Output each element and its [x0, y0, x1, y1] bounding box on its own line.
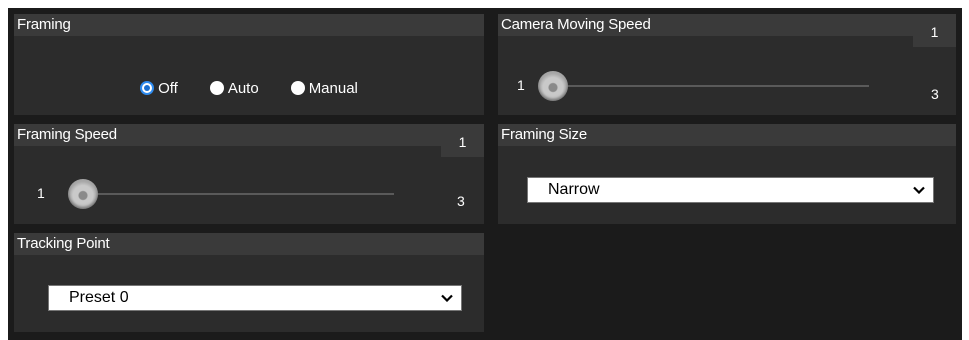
tracking-point-panel: Tracking Point Preset 0: [14, 233, 484, 332]
camera-moving-speed-title: Camera Moving Speed: [498, 14, 956, 36]
settings-area: Framing Off Auto Manual Camera Moving Sp…: [8, 8, 962, 340]
framing-speed-max: 3: [457, 193, 465, 209]
framing-option-auto-label: Auto: [227, 79, 259, 97]
framing-size-panel: Framing Size Narrow: [498, 124, 956, 224]
camera-moving-speed-min: 1: [517, 77, 525, 93]
framing-size-select[interactable]: Narrow: [527, 177, 934, 203]
framing-option-off[interactable]: Off: [140, 80, 178, 97]
framing-speed-thumb[interactable]: [68, 179, 98, 209]
framing-option-manual-label: Manual: [308, 79, 358, 97]
framing-speed-title: Framing Speed: [14, 124, 484, 146]
framing-size-title: Framing Size: [498, 124, 956, 146]
chevron-down-icon: [441, 286, 453, 310]
radio-selected-icon: [140, 81, 155, 95]
framing-speed-panel: Framing Speed 1 1 3: [14, 124, 484, 224]
camera-moving-speed-panel: Camera Moving Speed 1 1 3: [498, 14, 956, 115]
tracking-point-selected: Preset 0: [69, 289, 129, 306]
framing-speed-min: 1: [37, 185, 45, 201]
framing-panel: Framing Off Auto Manual: [14, 14, 484, 115]
framing-radio-group: Off Auto Manual: [14, 76, 484, 100]
radio-icon: [209, 81, 224, 95]
camera-moving-speed-value: 1: [913, 14, 956, 47]
chevron-down-icon: [913, 178, 925, 202]
framing-option-manual[interactable]: Manual: [290, 79, 358, 97]
framing-option-off-label: Off: [158, 79, 178, 97]
framing-size-selected: Narrow: [548, 181, 600, 198]
camera-moving-speed-thumb[interactable]: [538, 71, 568, 101]
framing-speed-track[interactable]: [74, 193, 394, 195]
tracking-point-title: Tracking Point: [14, 233, 484, 255]
framing-speed-value: 1: [441, 124, 484, 157]
camera-moving-speed-track[interactable]: [551, 85, 869, 87]
framing-option-auto[interactable]: Auto: [209, 79, 259, 97]
framing-title: Framing: [14, 14, 484, 36]
radio-icon: [290, 81, 305, 95]
tracking-point-select[interactable]: Preset 0: [48, 285, 462, 311]
camera-moving-speed-max: 3: [931, 86, 939, 102]
